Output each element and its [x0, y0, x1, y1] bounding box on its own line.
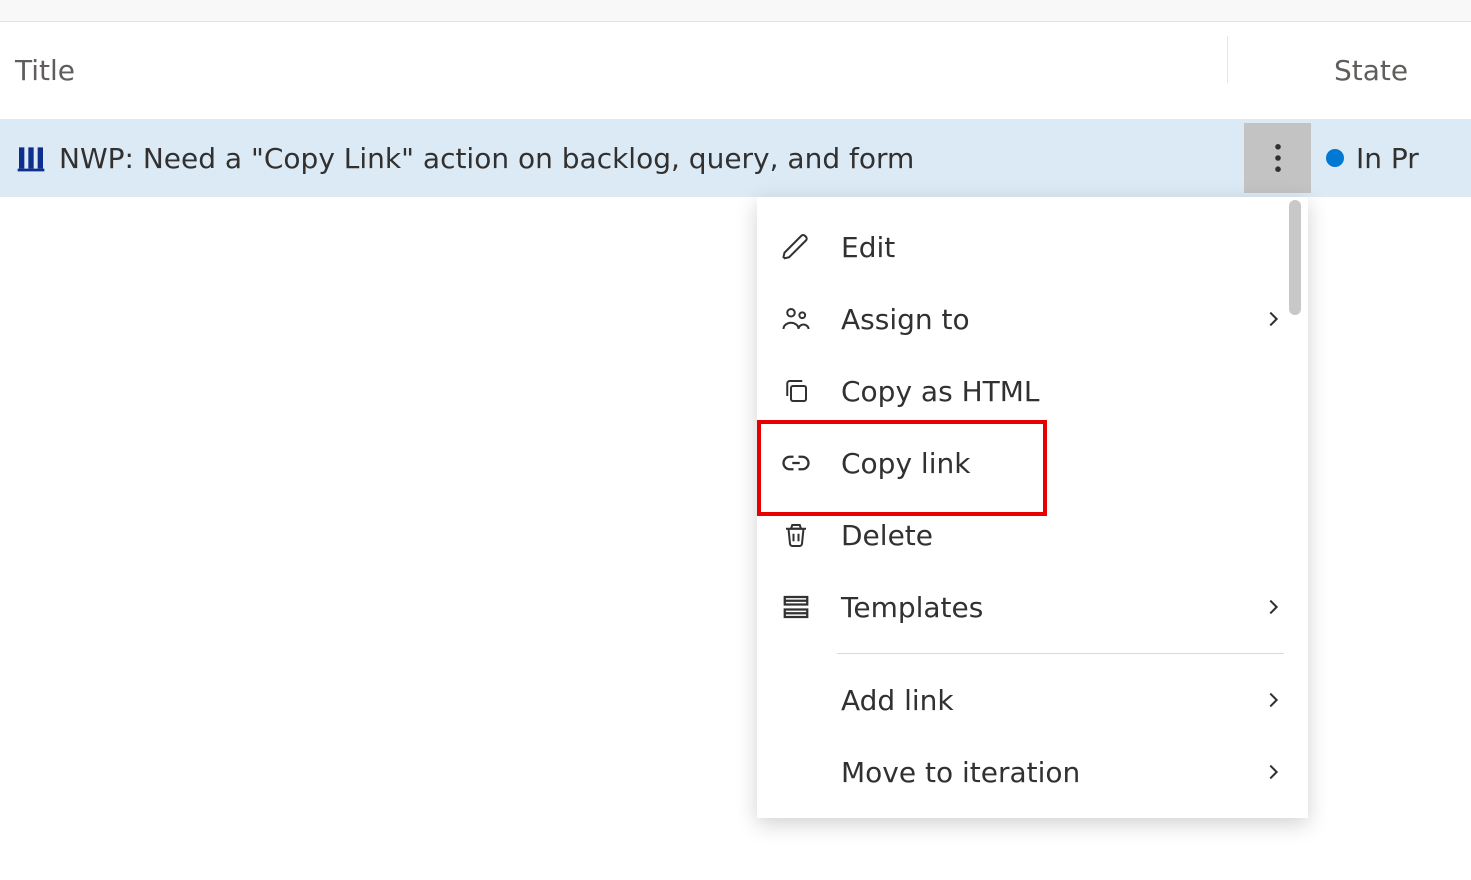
chevron-right-icon — [1262, 761, 1284, 783]
context-menu: Edit Assign to Copy as HTML — [757, 197, 1308, 818]
header-state-column[interactable]: State — [1334, 22, 1408, 119]
menu-label: Templates — [841, 591, 1262, 624]
more-actions-button[interactable] — [1244, 123, 1311, 193]
chevron-right-icon — [1262, 308, 1284, 330]
state-label: In Pr — [1356, 142, 1419, 175]
menu-item-templates[interactable]: Templates — [757, 571, 1308, 643]
menu-label: Move to iteration — [841, 756, 1262, 789]
menu-label: Add link — [841, 684, 1262, 717]
templates-icon — [781, 592, 811, 622]
work-item-state: In Pr — [1326, 119, 1419, 197]
edit-icon — [781, 232, 811, 262]
menu-item-copy-html[interactable]: Copy as HTML — [757, 355, 1308, 427]
work-item-type-icon — [15, 142, 47, 174]
list-header: Title State — [0, 22, 1471, 119]
header-title-column[interactable]: Title — [15, 54, 1471, 87]
menu-item-copy-link[interactable]: Copy link — [757, 427, 1308, 499]
menu-label: Delete — [841, 519, 1284, 552]
chevron-right-icon — [1262, 596, 1284, 618]
scrollbar[interactable] — [1289, 200, 1301, 880]
state-indicator-dot — [1326, 149, 1344, 167]
top-toolbar-strip — [0, 0, 1471, 22]
header-divider — [1227, 36, 1228, 83]
assign-to-icon — [781, 304, 811, 334]
menu-label: Edit — [841, 231, 1284, 264]
menu-label: Copy as HTML — [841, 375, 1284, 408]
menu-divider — [837, 653, 1284, 654]
menu-item-edit[interactable]: Edit — [757, 211, 1308, 283]
menu-label: Assign to — [841, 303, 1262, 336]
scrollbar-thumb[interactable] — [1289, 200, 1301, 315]
work-item-row[interactable]: NWP: Need a "Copy Link" action on backlo… — [0, 119, 1471, 197]
menu-item-assign-to[interactable]: Assign to — [757, 283, 1308, 355]
menu-item-move-iteration[interactable]: Move to iteration — [757, 736, 1308, 808]
chevron-right-icon — [1262, 689, 1284, 711]
link-icon — [781, 448, 811, 478]
menu-item-delete[interactable]: Delete — [757, 499, 1308, 571]
menu-label: Copy link — [841, 447, 1284, 480]
more-vertical-icon — [1275, 144, 1281, 172]
delete-icon — [781, 520, 811, 550]
menu-item-add-link[interactable]: Add link — [757, 664, 1308, 736]
copy-icon — [781, 376, 811, 406]
